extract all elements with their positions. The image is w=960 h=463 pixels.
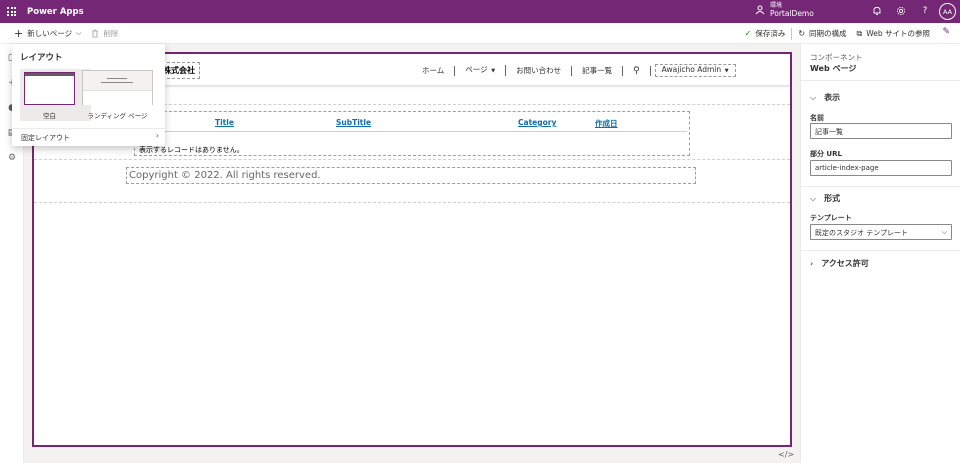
chevron-down-icon: ⌵: [76, 28, 82, 37]
nav-item-pages[interactable]: ページ ▼: [455, 65, 507, 76]
section-divider: [34, 202, 790, 203]
blank-thumbnail: [24, 72, 75, 105]
tile-label-blank: 空白: [43, 112, 56, 120]
footer-text-box[interactable]: Copyright © 2022. All rights reserved.: [126, 167, 696, 184]
url-field[interactable]: article-index-page: [810, 160, 952, 176]
nav-item-contact[interactable]: お問い合わせ: [506, 65, 573, 76]
list-header: Title SubTitle Category 作成日: [137, 114, 687, 132]
landing-thumbnail: [82, 70, 153, 105]
chevron-down-icon: ⌵: [810, 193, 817, 203]
column-created[interactable]: 作成日: [595, 118, 618, 129]
settings-icon[interactable]: ⚙: [6, 152, 18, 164]
section-divider: [34, 159, 790, 160]
section-format[interactable]: ⌵ 形式: [810, 193, 840, 204]
code-icon[interactable]: </>: [778, 450, 794, 459]
chevron-down-icon: ⌵: [810, 92, 817, 102]
saved-status: ✓ 保存済み: [745, 28, 786, 39]
user-name: Awajicho Admin: [661, 65, 722, 74]
section-access-label: アクセス許可: [821, 259, 869, 268]
tile-label-landing: ランディング ページ: [87, 112, 148, 120]
trash-icon: [92, 29, 99, 37]
footer-copyright: Copyright © 2022. All rights reserved.: [129, 170, 321, 181]
search-icon[interactable]: ⚲: [623, 65, 651, 76]
column-category[interactable]: Category: [518, 118, 556, 127]
fixed-layout-item[interactable]: 固定レイアウト: [21, 133, 70, 143]
sync-icon: ↻: [798, 29, 806, 38]
site-nav: ホーム ページ ▼ お問い合わせ 記事一覧 ⚲ Awajicho Admin ▼: [412, 64, 736, 77]
section-display-label: 表示: [824, 93, 841, 102]
environment-icon: [755, 5, 765, 15]
copilot-icon[interactable]: ✎: [942, 27, 950, 37]
list-component[interactable]: Title SubTitle Category 作成日 表示するレコードはありま…: [134, 111, 690, 156]
section-format-label: 形式: [824, 194, 841, 203]
layout-tile-landing[interactable]: ランディング ページ: [82, 69, 153, 121]
sync-button[interactable]: ↻ 同期の構成: [798, 28, 846, 39]
waffle-icon[interactable]: [0, 0, 23, 23]
browse-site-button[interactable]: ⧉ Web サイトの参照: [857, 28, 930, 39]
template-select[interactable]: 既定のスタジオ テンプレート ⌵: [810, 224, 952, 240]
template-label: テンプレート: [810, 214, 852, 222]
user-menu[interactable]: Awajicho Admin ▼: [654, 64, 736, 77]
nav-item-pages-label: ページ: [465, 65, 488, 74]
caret-down-icon: ▼: [489, 68, 496, 74]
environment-name: PortalDemo: [770, 9, 814, 18]
properties-panel: コンポーネント Web ページ ⌵ 表示 名前 記事一覧 部分 URL arti…: [800, 44, 960, 463]
external-link-icon: ⧉: [856, 28, 863, 38]
template-value: 既定のスタジオ テンプレート: [815, 229, 909, 237]
plus-icon: +: [14, 26, 24, 40]
chevron-right-icon: ›: [155, 131, 159, 140]
new-page-label: 新しいページ: [27, 28, 73, 38]
nav-item-home[interactable]: ホーム: [412, 65, 456, 76]
delete-button[interactable]: 削除: [91, 28, 118, 39]
chevron-down-icon: ⌵: [941, 228, 947, 236]
check-icon: ✓: [744, 29, 752, 38]
browse-site-label: Web サイトの参照: [866, 29, 930, 38]
empty-message: 表示するレコードはありません。: [139, 146, 244, 154]
gear-icon[interactable]: [894, 4, 908, 18]
column-title[interactable]: Title: [215, 118, 234, 127]
layout-flyout: レイアウト 空白 ランディング ページ 固定レイアウト ›: [12, 44, 165, 146]
environment-picker[interactable]: 環境 PortalDemo: [755, 2, 814, 18]
chevron-right-icon: ›: [810, 259, 814, 268]
panel-title: Web ページ: [810, 64, 857, 73]
command-bar: + 新しいページ ⌵ 削除 ✓ 保存済み ↻ 同期の構成 ⧉ Web サイトの参…: [0, 23, 960, 44]
delete-label: 削除: [103, 28, 119, 38]
panel-subtitle: コンポーネント: [810, 53, 863, 62]
saved-label: 保存済み: [755, 29, 786, 38]
name-field[interactable]: 記事一覧: [810, 123, 952, 139]
app-header: Power Apps 環境 PortalDemo ? AA: [0, 0, 960, 23]
help-icon[interactable]: ?: [918, 4, 932, 18]
sync-label: 同期の構成: [809, 29, 847, 38]
app-title[interactable]: Power Apps: [27, 7, 84, 17]
new-page-button[interactable]: + 新しいページ ⌵: [14, 28, 81, 39]
section-access[interactable]: › アクセス許可: [810, 258, 869, 269]
section-display[interactable]: ⌵ 表示: [810, 92, 840, 103]
layout-tile-blank[interactable]: 空白: [20, 69, 91, 121]
flyout-title: レイアウト: [20, 53, 63, 63]
nav-item-articles[interactable]: 記事一覧: [572, 65, 624, 76]
column-subtitle[interactable]: SubTitle: [336, 118, 371, 127]
avatar[interactable]: AA: [939, 3, 956, 20]
caret-down-icon: ▼: [723, 68, 729, 74]
bell-icon[interactable]: [870, 4, 884, 18]
name-label: 名前: [810, 114, 824, 122]
url-label: 部分 URL: [810, 150, 842, 158]
